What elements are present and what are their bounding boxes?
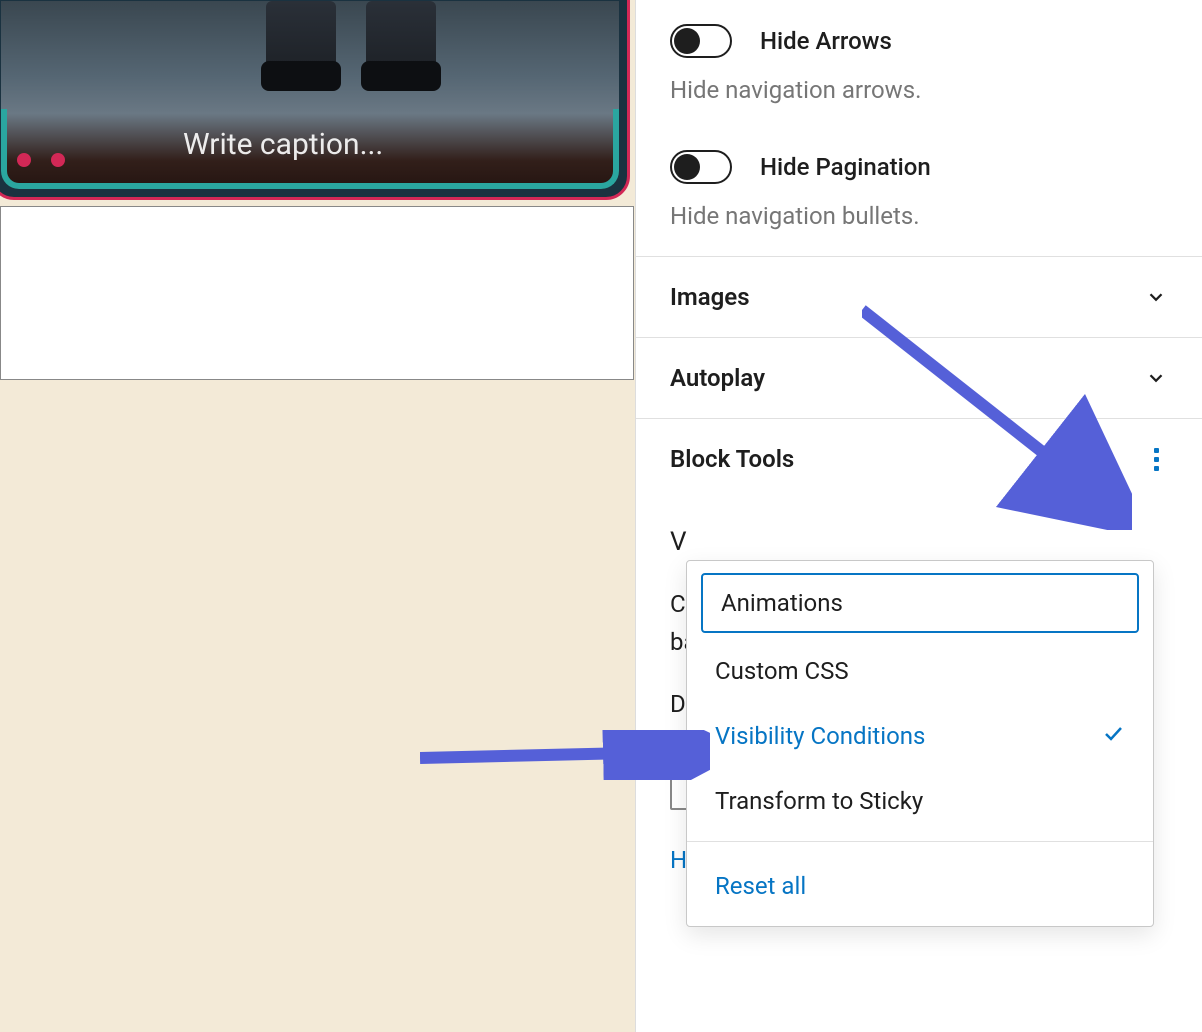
partial-text: V (670, 527, 1168, 557)
hide-arrows-desc: Hide navigation arrows. (670, 76, 1168, 104)
menu-transform-sticky[interactable]: Transform to Sticky (687, 769, 1153, 833)
images-title: Images (670, 283, 750, 311)
block-tools-section[interactable]: Block Tools (636, 418, 1202, 499)
slider-pagination[interactable] (17, 153, 65, 167)
more-options-icon[interactable] (1144, 448, 1168, 471)
menu-reset-all[interactable]: Reset all (687, 850, 1153, 926)
autoplay-title: Autoplay (670, 364, 765, 392)
hide-pagination-label: Hide Pagination (760, 153, 931, 181)
autoplay-section[interactable]: Autoplay (636, 337, 1202, 418)
menu-animations[interactable]: Animations (701, 573, 1139, 633)
empty-content-block[interactable] (0, 206, 634, 380)
chevron-down-icon (1144, 366, 1168, 390)
menu-custom-css[interactable]: Custom CSS (687, 639, 1153, 703)
hide-arrows-label: Hide Arrows (760, 27, 892, 55)
caption-placeholder[interactable]: Write caption... (183, 127, 383, 162)
hide-pagination-toggle[interactable] (670, 150, 732, 184)
hide-arrows-row: Hide Arrows Hide navigation arrows. (636, 0, 1202, 130)
chevron-down-icon (1144, 285, 1168, 309)
check-icon (1101, 721, 1125, 751)
hide-arrows-toggle[interactable] (670, 24, 732, 58)
slider-block[interactable]: Write caption... (0, 0, 630, 200)
hide-pagination-row: Hide Pagination Hide navigation bullets. (636, 130, 1202, 256)
pagination-dot[interactable] (51, 153, 65, 167)
menu-visibility-conditions[interactable]: Visibility Conditions (687, 703, 1153, 769)
menu-visibility-label: Visibility Conditions (715, 722, 925, 750)
hide-pagination-desc: Hide navigation bullets. (670, 202, 1168, 230)
menu-separator (687, 841, 1153, 842)
images-section[interactable]: Images (636, 256, 1202, 337)
block-tools-title: Block Tools (670, 445, 794, 473)
pagination-dot[interactable] (17, 153, 31, 167)
block-tools-menu: Animations Custom CSS Visibility Conditi… (686, 560, 1154, 927)
editor-canvas: Write caption... (0, 0, 635, 1032)
